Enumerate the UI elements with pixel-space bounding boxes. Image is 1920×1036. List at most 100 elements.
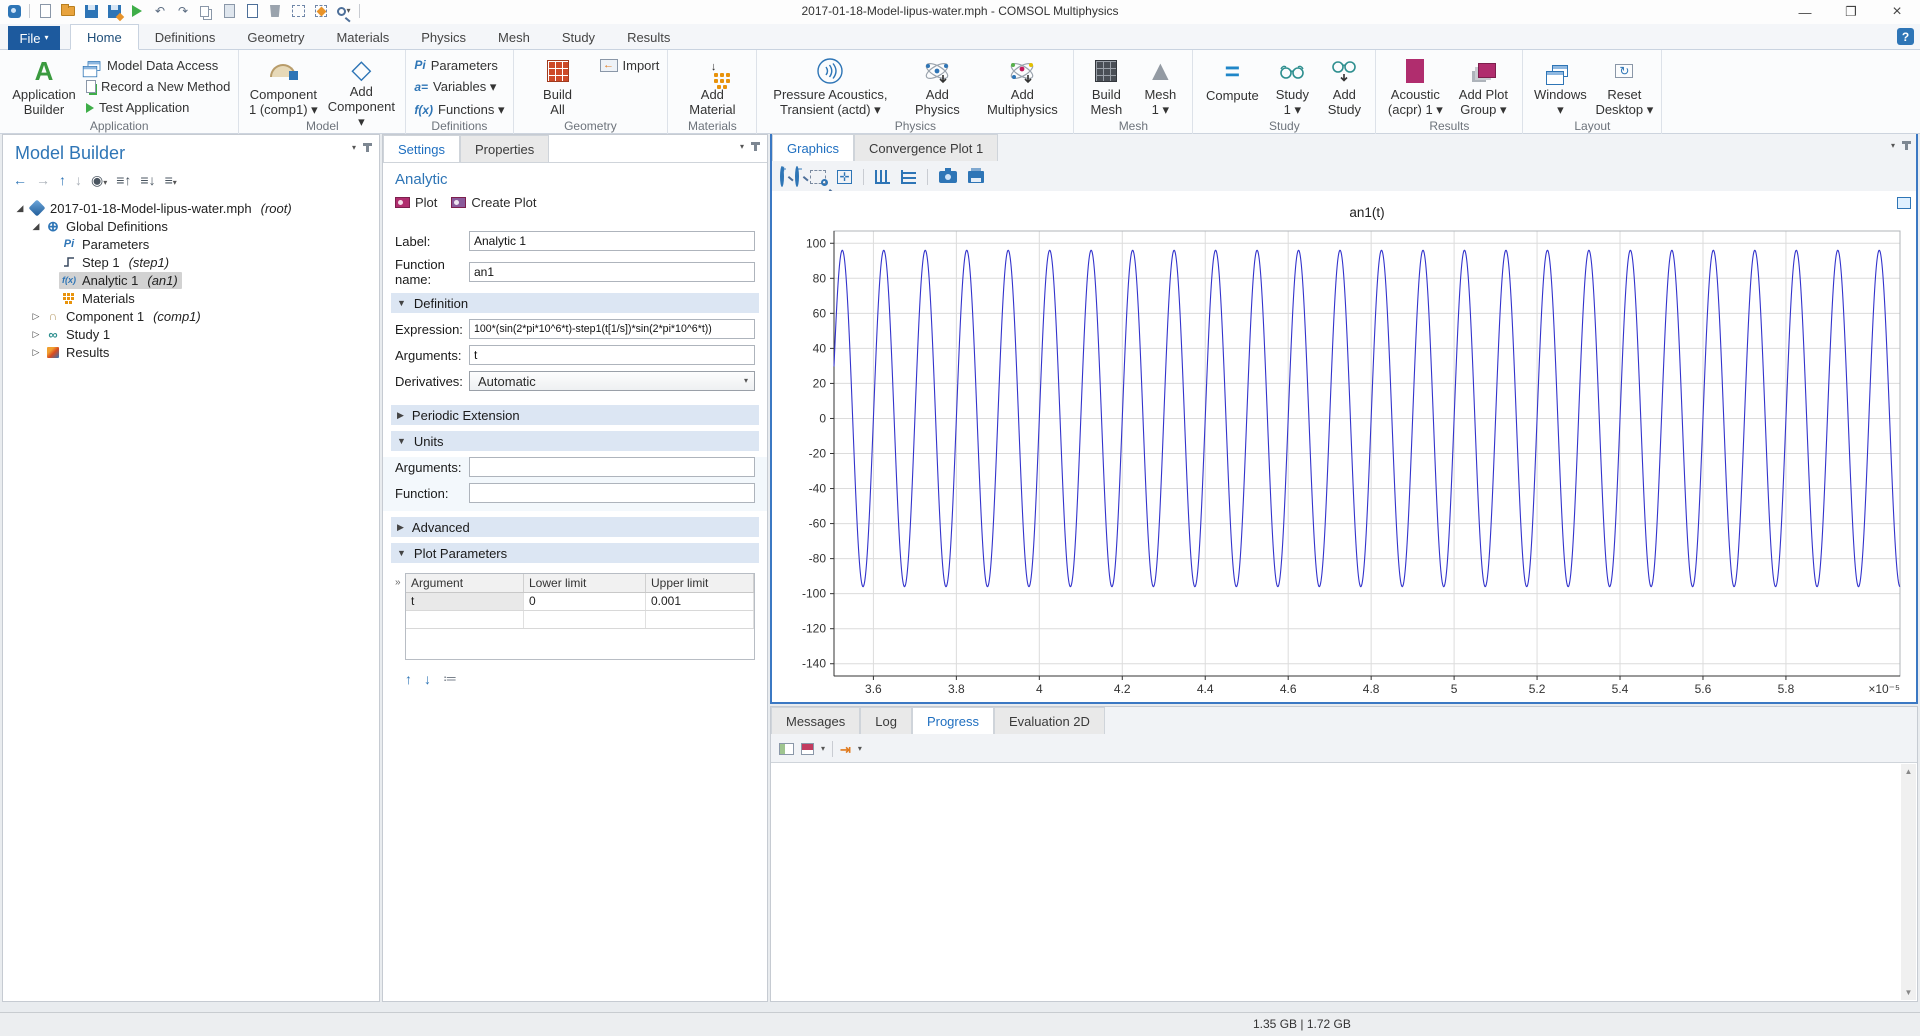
go-back-icon[interactable]: ← — [13, 173, 27, 187]
expand-icon[interactable]: ◢ — [13, 203, 27, 214]
section-plot-parameters[interactable]: ▼ Plot Parameters — [391, 543, 759, 563]
add-physics-button[interactable]: AddPhysics — [901, 54, 973, 118]
select-box-button[interactable] — [290, 3, 306, 19]
run-button[interactable] — [129, 3, 145, 19]
move-row-up-button[interactable]: ↑ — [405, 671, 412, 687]
mesh-1-button[interactable]: ▲ Mesh1 ▾ — [1136, 54, 1184, 118]
model-data-access-button[interactable]: Model Data Access — [86, 57, 230, 74]
scroll-up-icon[interactable]: ▲ — [1905, 764, 1913, 779]
import-button[interactable]: ← Import — [600, 57, 660, 74]
plot-flyout-icon[interactable] — [1897, 197, 1911, 209]
section-definition[interactable]: ▼ Definition — [391, 293, 759, 313]
move-row-down-button[interactable]: ↓ — [424, 671, 431, 687]
functions-button[interactable]: f(x) Functions ▾ — [414, 102, 504, 118]
derivatives-select[interactable]: Automatic ▾ — [469, 371, 755, 391]
ribbon-tab-study[interactable]: Study — [546, 24, 611, 50]
compute-button[interactable]: = Compute — [1201, 54, 1263, 118]
tab-properties[interactable]: Properties — [460, 135, 549, 162]
add-multiphysics-button[interactable]: AddMultiphysics — [979, 54, 1065, 118]
find-button[interactable]: ▾ — [336, 3, 352, 19]
tree-item-step-1[interactable]: Step 1(step1) — [7, 253, 375, 271]
section-periodic-extension[interactable]: ▶ Periodic Extension — [391, 405, 759, 425]
node-text-options-icon[interactable]: ≡▾ — [165, 173, 177, 187]
duplicate-button[interactable] — [244, 3, 260, 19]
add-component-button[interactable]: ◇ AddComponent ▾ — [325, 54, 397, 118]
pin-icon[interactable] — [1905, 141, 1908, 150]
table-select-icon[interactable]: » — [395, 577, 401, 588]
move-down-icon[interactable]: ↓ — [75, 173, 82, 187]
image-snapshot-icon[interactable] — [939, 171, 957, 183]
section-units[interactable]: ▼ Units — [391, 431, 759, 451]
plot-canvas[interactable]: 100806040200-20-40-60-80-100-120-1403.63… — [772, 191, 1916, 702]
label-field[interactable] — [469, 231, 755, 251]
zoom-out-icon[interactable]: − — [795, 168, 799, 186]
tab-graphics[interactable]: Graphics — [772, 134, 854, 161]
pressure-acoustics-button[interactable]: Pressure Acoustics,Transient (actd) ▾ — [765, 54, 895, 118]
ribbon-tab-materials[interactable]: Materials — [320, 24, 405, 50]
pin-icon[interactable] — [754, 142, 757, 151]
clear-selection-button[interactable] — [313, 3, 329, 19]
function-name-field[interactable] — [469, 262, 755, 282]
expand-all-icon[interactable]: ≡↑ — [116, 173, 131, 187]
follow-progress-icon[interactable]: ⇥ — [840, 743, 851, 756]
reset-desktop-button[interactable]: ↻ ResetDesktop ▾ — [1595, 54, 1653, 118]
close-button[interactable]: × — [1874, 0, 1920, 24]
study-1-button[interactable]: Study1 ▾ — [1269, 54, 1315, 118]
scroll-down-icon[interactable]: ▼ — [1905, 985, 1913, 1000]
tree-item-analytic-1[interactable]: f(x) Analytic 1(an1) — [7, 271, 375, 289]
ribbon-tab-physics[interactable]: Physics — [405, 24, 482, 50]
tab-messages[interactable]: Messages — [771, 707, 860, 734]
ribbon-tab-home[interactable]: Home — [70, 24, 139, 50]
pin-icon[interactable] — [366, 143, 369, 152]
ribbon-tab-results[interactable]: Results — [611, 24, 686, 50]
ribbon-tab-definitions[interactable]: Definitions — [139, 24, 232, 50]
windows-button[interactable]: Windows▾ — [1531, 54, 1589, 118]
tab-settings[interactable]: Settings — [383, 135, 460, 162]
tree-item-results[interactable]: ▷ Results — [7, 343, 375, 361]
units-arguments-field[interactable] — [469, 457, 755, 477]
clear-progress-icon[interactable] — [801, 743, 814, 755]
tree-item-materials[interactable]: Materials — [7, 289, 375, 307]
minimize-button[interactable]: — — [1782, 0, 1828, 24]
variables-button[interactable]: a= Variables ▾ — [414, 79, 504, 95]
tab-evaluation-2d[interactable]: Evaluation 2D — [994, 707, 1105, 734]
ribbon-tab-mesh[interactable]: Mesh — [482, 24, 546, 50]
test-application-button[interactable]: Test Application — [86, 99, 230, 116]
vertical-scrollbar[interactable]: ▲ ▼ — [1901, 764, 1916, 1000]
collapsed-icon[interactable]: ▷ — [29, 311, 43, 322]
show-options-icon[interactable]: ◉▾ — [91, 173, 107, 187]
acoustic-acpr-1-button[interactable]: Acoustic(acpr) 1 ▾ — [1384, 54, 1446, 118]
record-a-new-method-button[interactable]: Record a New Method — [86, 78, 230, 95]
application-builder-button[interactable]: A ApplicationBuilder — [8, 54, 80, 118]
table-row[interactable]: t 0 0.001 — [406, 593, 754, 611]
horizontal-grid-icon[interactable] — [901, 170, 916, 184]
copy-button[interactable] — [198, 3, 214, 19]
tab-log[interactable]: Log — [860, 707, 912, 734]
collapsed-icon[interactable]: ▷ — [29, 329, 43, 340]
collapsed-icon[interactable]: ▷ — [29, 347, 43, 358]
chevron-down-icon[interactable]: ▾ — [352, 144, 356, 152]
zoom-extents-icon[interactable]: ✛ — [837, 170, 852, 184]
chevron-down-icon[interactable]: ▾ — [1891, 142, 1895, 150]
tree-item-global-definitions[interactable]: ◢ ⊕ Global Definitions — [7, 217, 375, 235]
save-button[interactable] — [83, 3, 99, 19]
delete-button[interactable] — [267, 3, 283, 19]
parameters-button[interactable]: Pi Parameters — [414, 57, 504, 73]
table-options-button[interactable]: ≔ — [443, 670, 457, 687]
print-icon[interactable] — [968, 171, 984, 183]
add-study-button[interactable]: AddStudy — [1321, 54, 1367, 118]
move-up-icon[interactable]: ↑ — [59, 173, 66, 187]
plot-button[interactable]: Plot — [395, 195, 437, 210]
open-file-button[interactable] — [60, 3, 76, 19]
paste-button[interactable] — [221, 3, 237, 19]
component-1-button[interactable]: Component1 (comp1) ▾ — [247, 54, 319, 118]
section-advanced[interactable]: ▶ Advanced — [391, 517, 759, 537]
tree-item-parameters[interactable]: Pi Parameters — [7, 235, 375, 253]
tab-convergence-plot-1[interactable]: Convergence Plot 1 — [854, 134, 998, 161]
tab-progress[interactable]: Progress — [912, 707, 994, 734]
zoom-in-icon[interactable]: + — [780, 168, 784, 186]
zoom-box-icon[interactable] — [810, 170, 826, 184]
file-menu-button[interactable]: File▾ — [8, 26, 60, 50]
restore-button[interactable]: ❐ — [1828, 0, 1874, 24]
save-as-button[interactable] — [106, 3, 122, 19]
